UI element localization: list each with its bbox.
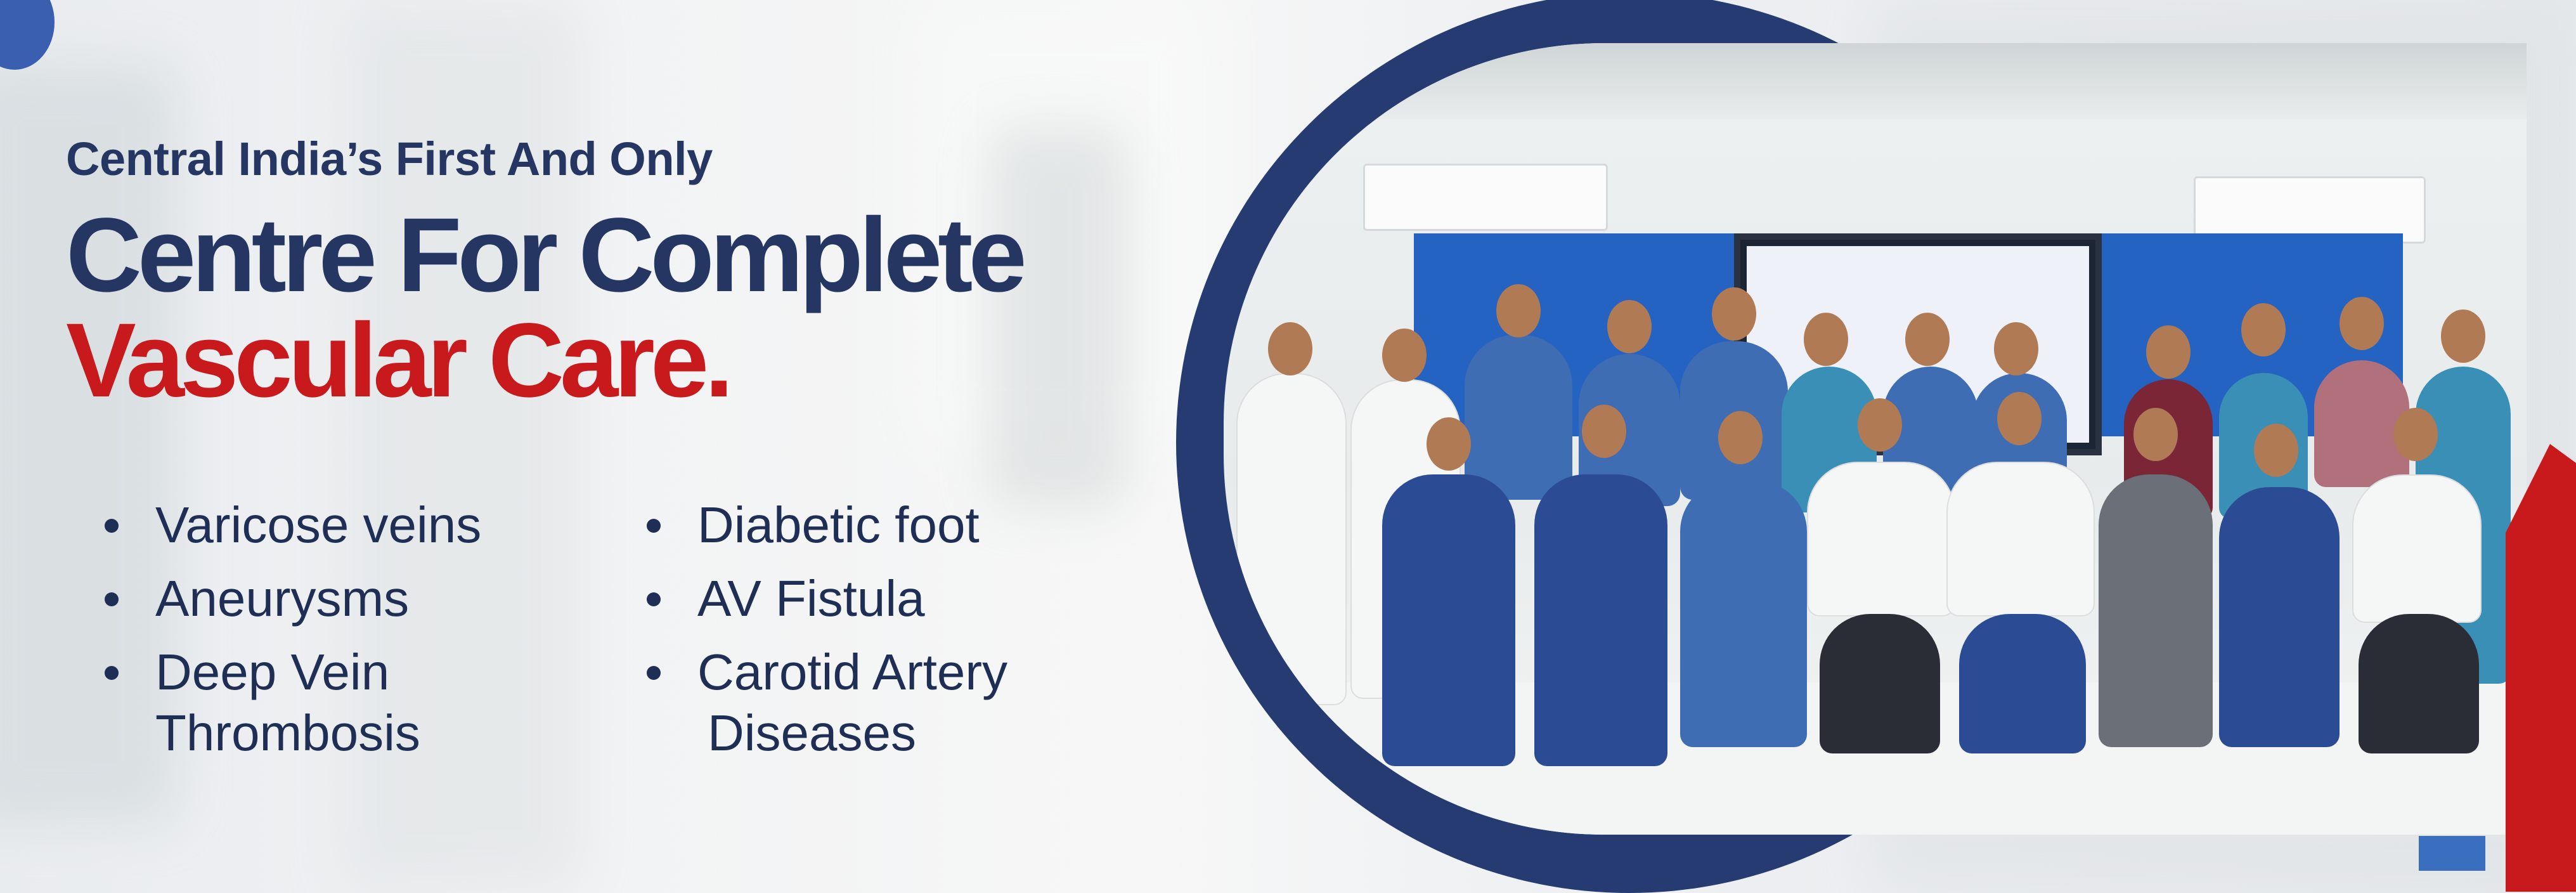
corner-circle-decoration <box>0 0 55 70</box>
services-list-right: Diabetic foot AV Fistula Carotid Artery … <box>647 495 1007 764</box>
team-photo <box>1224 43 2527 835</box>
team-member-head <box>1905 313 1950 366</box>
team-member <box>1959 614 2086 753</box>
service-item: Diabetic foot <box>647 495 1007 556</box>
team-member <box>1534 474 1667 766</box>
team-member-head <box>2441 310 2485 363</box>
team-member <box>1807 462 1955 616</box>
team-member <box>2359 614 2479 753</box>
services-list-left: Varicose veins Aneurysms Deep Vein Throm… <box>105 495 481 764</box>
team-member <box>1236 373 1347 705</box>
team-member-head <box>1718 411 1763 464</box>
team-member-head <box>2393 408 2438 461</box>
service-item: Carotid Artery Diseases <box>647 642 1007 764</box>
hero-eyebrow: Central India’s First And Only <box>66 133 713 185</box>
team-member <box>1382 474 1515 766</box>
team-member <box>1946 462 2095 616</box>
team-member-head <box>1858 398 1902 452</box>
blue-square-decoration <box>2419 836 2485 871</box>
team-member <box>2099 474 2213 747</box>
team-member-head <box>1496 284 1541 337</box>
team-member-head <box>1712 287 1756 341</box>
service-item: Aneurysms <box>105 568 481 629</box>
team-member-head <box>2146 325 2191 379</box>
team-member-head <box>1582 405 1626 458</box>
team-member-head <box>2241 303 2286 356</box>
air-conditioner <box>1363 164 1608 231</box>
team-member <box>1465 335 1572 500</box>
team-member-head <box>1804 313 1848 366</box>
team-member-head <box>2254 424 2298 477</box>
team-member-head <box>2133 408 2178 461</box>
team-member-head <box>1607 300 1652 353</box>
team-member-head <box>1994 322 2038 375</box>
team-member <box>2219 487 2340 747</box>
hero-headline: Centre For Complete Vascular Care. <box>66 197 1027 419</box>
team-member <box>1680 481 1807 747</box>
team-member <box>1820 614 1940 753</box>
service-item: AV Fistula <box>647 568 1007 629</box>
team-member-head <box>1268 322 1312 375</box>
team-member-head <box>1997 392 2042 445</box>
service-item: Varicose veins <box>105 495 481 556</box>
headline-line-1: Centre For Complete <box>66 197 1027 314</box>
team-member <box>2352 474 2482 623</box>
team-member-head <box>1382 329 1427 382</box>
service-item: Deep Vein Thrombosis <box>105 642 481 764</box>
team-member-head <box>1427 417 1471 471</box>
headline-line-2: Vascular Care. <box>66 302 734 419</box>
ceiling <box>1224 43 2527 119</box>
team-member-head <box>2340 297 2384 350</box>
